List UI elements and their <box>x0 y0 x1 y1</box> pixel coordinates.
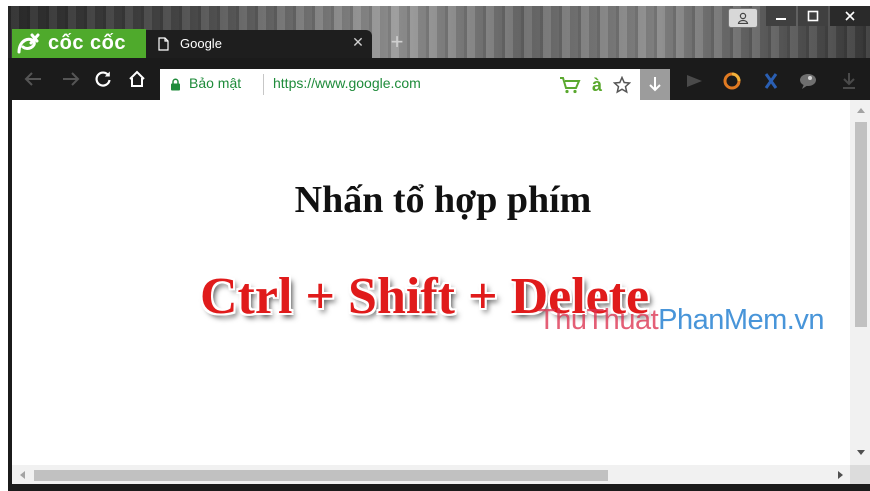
circle-extension-icon <box>723 72 741 90</box>
chat-extension-button[interactable] <box>796 71 820 91</box>
horizontal-scroll-thumb[interactable] <box>34 470 608 481</box>
page-icon <box>158 37 169 51</box>
tab-google[interactable]: Google ✕ <box>146 30 372 58</box>
forward-button[interactable] <box>58 69 84 89</box>
download-icon <box>649 76 661 91</box>
cart-button[interactable] <box>558 76 582 94</box>
brand-name: cốc cốc <box>48 32 126 54</box>
coccoc-logo-icon <box>17 33 40 53</box>
translate-button[interactable]: à <box>588 74 606 95</box>
play-extension-button[interactable] <box>682 71 706 91</box>
watermark: ThuThuatPhanMem.vn <box>538 304 824 337</box>
scroll-right-icon[interactable] <box>838 471 843 479</box>
play-extension-icon <box>687 75 702 87</box>
maximize-button[interactable] <box>798 6 828 26</box>
horizontal-scrollbar[interactable] <box>12 465 850 484</box>
savior-download-button[interactable] <box>640 69 670 100</box>
title-bar: cốc cốc Google ✕ + <box>8 6 870 66</box>
address-separator <box>263 74 264 95</box>
reload-button[interactable] <box>92 69 114 89</box>
x-extension-icon <box>764 73 778 89</box>
scroll-down-icon[interactable] <box>857 450 865 455</box>
maximize-icon <box>807 10 819 22</box>
x-extension-button[interactable] <box>760 71 782 91</box>
forward-icon <box>63 72 80 86</box>
toolbar: Bảo mật https://www.google.com à <box>8 58 870 100</box>
menu-download-button[interactable] <box>838 71 860 91</box>
watermark-part2: PhanMem.vn <box>658 304 824 336</box>
new-tab-button[interactable]: + <box>386 30 408 54</box>
reload-icon <box>95 71 111 87</box>
tab-close-icon[interactable]: ✕ <box>350 34 366 51</box>
profile-button[interactable] <box>728 8 758 28</box>
address-bar[interactable]: Bảo mật https://www.google.com à <box>160 69 670 100</box>
vertical-scroll-thumb[interactable] <box>855 122 867 327</box>
translate-icon: à <box>591 74 602 95</box>
circle-extension-button[interactable] <box>720 71 744 91</box>
vertical-scrollbar[interactable] <box>850 100 870 465</box>
minimize-icon <box>776 18 786 20</box>
minimize-button[interactable] <box>766 6 796 26</box>
watermark-part1: ThuThuat <box>538 304 659 336</box>
home-button[interactable] <box>126 69 148 89</box>
chat-extension-icon <box>800 74 816 89</box>
scroll-left-icon[interactable] <box>20 471 25 479</box>
scroll-up-icon[interactable] <box>857 108 865 113</box>
security-label: Bảo mật <box>189 75 242 91</box>
close-icon <box>845 11 855 21</box>
url-text[interactable]: https://www.google.com <box>273 75 421 91</box>
scrollbar-corner <box>850 465 870 484</box>
user-icon <box>737 12 749 24</box>
bookmark-star-button[interactable] <box>612 76 632 94</box>
cart-icon <box>560 77 581 94</box>
page-heading: Nhấn tổ hợp phím <box>294 179 592 221</box>
star-icon <box>613 76 631 94</box>
close-window-button[interactable] <box>830 6 870 26</box>
home-icon <box>129 70 145 87</box>
browser-window: cốc cốc Google ✕ + Bảo mật https://www.g… <box>8 6 870 491</box>
back-icon <box>24 72 41 86</box>
lock-icon <box>171 78 180 91</box>
coccoc-brand-button[interactable]: cốc cốc <box>12 29 146 58</box>
page-content: Nhấn tổ hợp phím Ctrl + Shift + Delete T… <box>12 100 850 465</box>
menu-download-icon <box>843 73 855 89</box>
tab-title: Google <box>180 36 222 51</box>
back-button[interactable] <box>20 69 46 89</box>
